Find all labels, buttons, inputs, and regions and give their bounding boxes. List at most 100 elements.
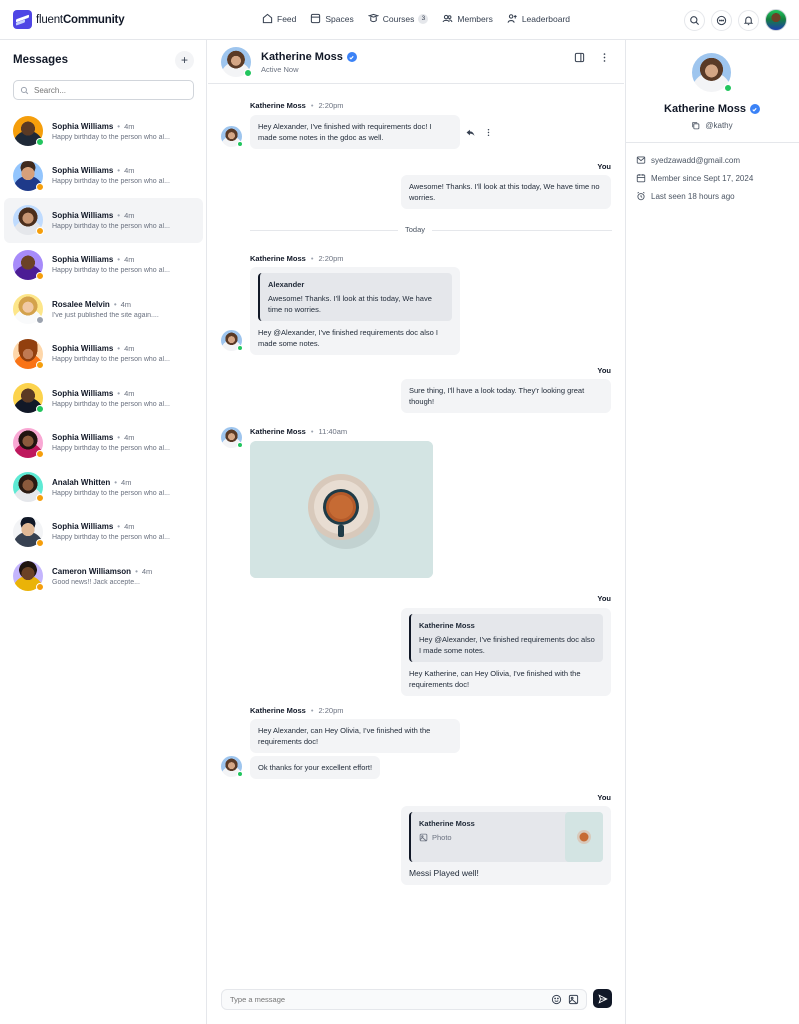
separator-dot: •: [117, 522, 121, 532]
more-vertical-icon[interactable]: [484, 128, 493, 137]
message-sender-line: Katherine Moss • 2:20pm: [250, 101, 344, 110]
conversation-text: Rosalee Melvin • 4m I've just published the…: [52, 300, 197, 319]
messages-button[interactable]: [711, 9, 732, 31]
separator-dot: •: [310, 101, 314, 110]
chat-panel: Katherine Moss Active Now Katherine Moss…: [208, 40, 624, 1024]
notifications-button[interactable]: [738, 9, 759, 31]
conversation-avatar: [13, 516, 44, 547]
search-box[interactable]: [13, 80, 194, 100]
nav-courses[interactable]: Courses 3: [367, 13, 429, 24]
conversation-item[interactable]: Sophia Williams • 4m Happy birthday to the …: [4, 376, 203, 421]
conversation-item[interactable]: Sophia Williams • 4m Happy birthday to the …: [4, 198, 203, 243]
quoted-message[interactable]: Katherine Moss Hey @Alexander, I've fini…: [409, 614, 603, 662]
nav-courses-label: Courses: [382, 13, 415, 24]
quoted-text: Hey @Alexander, I've finished requiremen…: [419, 635, 595, 655]
profile-last-seen: Last seen 18 hours ago: [651, 191, 735, 201]
conversation-item[interactable]: Sophia Williams • 4m Happy birthday to the …: [4, 109, 203, 154]
emoji-icon[interactable]: [551, 994, 562, 1005]
new-message-button[interactable]: +: [175, 51, 194, 70]
chat-bubble-icon: [716, 15, 727, 25]
user-avatar[interactable]: [765, 9, 787, 31]
top-bar: fluentCommunity Feed Spaces Courses 3 Me…: [0, 0, 799, 40]
panel-divider: [625, 40, 626, 1024]
conversation-header: Sophia Williams • 4m: [52, 344, 197, 353]
send-button[interactable]: [593, 989, 612, 1008]
nav-feed[interactable]: Feed: [262, 13, 296, 24]
conversation-header: Sophia Williams • 4m: [52, 255, 197, 264]
conversation-item[interactable]: Cameron Williamson • 4m Good news!! Jack ac…: [4, 554, 203, 599]
nav-leaderboard[interactable]: Leaderboard: [507, 13, 570, 24]
my-message-bubble-with-quote: Katherine Moss Hey @Alexander, I've fini…: [401, 608, 611, 696]
online-status-dot: [237, 345, 243, 351]
search-button[interactable]: [684, 9, 705, 31]
sender-avatar[interactable]: [221, 126, 243, 147]
conversation-time: 4m: [124, 344, 135, 354]
conversation-avatar: [13, 160, 44, 191]
conversation-avatar: [13, 383, 44, 414]
conversation-text: Sophia Williams • 4m Happy birthday to the …: [52, 344, 197, 363]
conversation-header: Analah Whitten • 4m: [52, 478, 197, 487]
online-status-dot: [244, 69, 252, 77]
conversation-item[interactable]: Sophia Williams • 4m Happy birthday to the …: [4, 154, 203, 199]
conversation-avatar: [13, 294, 44, 325]
sender-avatar[interactable]: [221, 427, 243, 448]
main-nav: Feed Spaces Courses 3 Members Leaderboar…: [262, 13, 570, 24]
conversations-sidebar: Messages + Sophia Williams•4mHappy birth…: [0, 40, 207, 1024]
message-input[interactable]: [230, 995, 540, 1004]
conversation-item[interactable]: Analah Whitten • 4m Happy birthday to the p…: [4, 465, 203, 510]
online-status-dot: [237, 141, 243, 147]
conversation-item[interactable]: Sophia Williams • 4m Happy birthday to the …: [4, 510, 203, 555]
status-dot: [36, 360, 44, 369]
profile-name: Katherine Moss: [664, 103, 746, 115]
conversation-header: Sophia Williams • 4m: [52, 389, 197, 398]
nav-spaces[interactable]: Spaces: [310, 13, 354, 24]
message-composer[interactable]: [221, 989, 587, 1010]
my-message-bubble: Sure thing, I'll have a look today. They…: [401, 379, 611, 413]
quoted-photo-message[interactable]: Katherine Moss Photo: [409, 812, 603, 862]
reply-icon[interactable]: [466, 128, 475, 137]
conversation-text: Sophia Williams • 4m Happy birthday to the …: [52, 255, 197, 274]
conversation-text: Sophia Williams • 4m Happy birthday to the …: [52, 166, 197, 185]
sender-avatar[interactable]: [221, 756, 243, 777]
separator-dot: •: [135, 566, 138, 576]
separator-dot: •: [117, 388, 121, 398]
conversation-time: 4m: [124, 388, 135, 398]
conversation-preview: Happy birthday to the person who al...: [52, 133, 170, 141]
conversation-time: 4m: [141, 566, 153, 576]
toggle-sidebar-icon[interactable]: [574, 52, 585, 63]
search-input[interactable]: [34, 85, 184, 95]
conversation-preview: Happy birthday to the person who al...: [52, 178, 170, 186]
profile-panel: Katherine Moss @kathy syedzawadd@gmail.c…: [625, 40, 799, 1024]
logo[interactable]: fluentCommunity: [13, 10, 125, 29]
contact-avatar[interactable]: [221, 47, 252, 77]
member-since-row: Member since Sept 17, 2024: [636, 169, 753, 187]
quoted-text: Awesome! Thanks. I'll look at this today…: [268, 294, 432, 314]
sender-avatar[interactable]: [221, 330, 243, 351]
status-dot: [36, 227, 44, 236]
conversation-item[interactable]: Sophia Williams • 4m Happy birthday to the …: [4, 421, 203, 466]
online-status-dot: [237, 442, 243, 448]
message-text: Hey @Alexander, I've finished requiremen…: [258, 328, 438, 348]
message-sender-line: Katherine Moss • 11:40am: [250, 427, 347, 436]
conversation-header: Sophia Williams • 4m: [52, 166, 197, 175]
more-options-icon[interactable]: [599, 52, 610, 63]
separator-dot: •: [117, 255, 121, 265]
conversation-text: Sophia Williams • 4m Happy birthday to the …: [52, 389, 197, 408]
conversation-item[interactable]: Rosalee Melvin • 4m I've just published the…: [4, 287, 203, 332]
leaderboard-icon: [507, 14, 517, 23]
you-label: You: [597, 793, 611, 802]
conversation-item[interactable]: Sophia Williams • 4m Happy birthday to the …: [4, 332, 203, 377]
quoted-message[interactable]: Alexander Awesome! Thanks. I'll look at …: [258, 273, 452, 321]
message-sender-line: Katherine Moss • 2:20pm: [250, 254, 344, 263]
profile-avatar[interactable]: [692, 53, 732, 92]
separator-dot: •: [117, 344, 121, 354]
copy-icon[interactable]: [691, 121, 700, 130]
image-upload-icon[interactable]: [568, 994, 579, 1005]
alarm-clock-icon: [637, 191, 645, 201]
conversation-header: Sophia Williams • 4m: [52, 522, 197, 531]
photo-attachment[interactable]: [250, 441, 433, 578]
profile-handle-row[interactable]: @kathy: [625, 121, 799, 130]
nav-members[interactable]: Members: [442, 13, 493, 24]
profile-divider: [625, 142, 799, 143]
conversation-item[interactable]: Sophia Williams • 4m Happy birthday to the …: [4, 243, 203, 288]
